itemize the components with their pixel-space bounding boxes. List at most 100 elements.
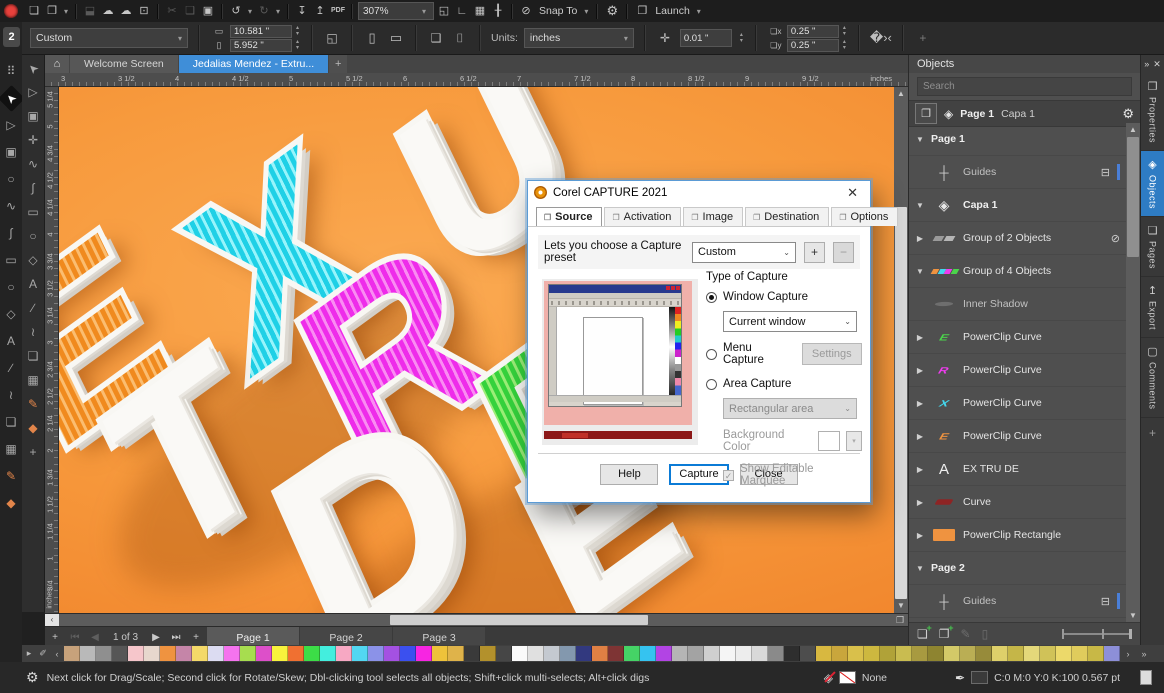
eraser-tool[interactable]: ◆	[24, 419, 43, 438]
nudge-distance-field[interactable]: 0.01 "	[680, 29, 732, 47]
color-swatch[interactable]	[544, 646, 560, 661]
color-swatch[interactable]	[880, 646, 896, 661]
color-swatch[interactable]	[528, 646, 544, 661]
expander-icon[interactable]: ▶	[915, 333, 925, 342]
zoom-level-combobox[interactable]: 307% ▾	[358, 2, 434, 20]
docker-close-icon[interactable]: ✕	[1153, 59, 1161, 70]
tree-row[interactable]: ▼Page 1	[909, 123, 1126, 156]
dialog-tab-image[interactable]: ❐Image	[683, 207, 743, 226]
menu-settings-button[interactable]: Settings	[802, 343, 862, 365]
add-toolbar-item-button[interactable]: +	[914, 31, 932, 45]
color-swatch[interactable]	[1088, 646, 1104, 661]
shape-tool[interactable]: ▷	[24, 83, 43, 102]
eyedropper-icon[interactable]: ✐	[36, 648, 50, 659]
expander-icon[interactable]: ▼	[915, 267, 925, 276]
area-capture-radio[interactable]	[706, 379, 717, 390]
color-swatch[interactable]	[928, 646, 944, 661]
window-capture-radio[interactable]	[706, 292, 717, 303]
palette-scroll-left-icon[interactable]: ‹	[50, 649, 64, 659]
pick-tool[interactable]: ➤	[0, 85, 24, 112]
color-swatch[interactable]	[208, 646, 224, 661]
scroll-up-button[interactable]: ▲	[1126, 123, 1140, 137]
printer-icon[interactable]: ⊟	[1101, 164, 1120, 180]
duplicate-x-field[interactable]: 0.25 "	[787, 25, 839, 38]
dialog-tab-activation[interactable]: ❐Activation	[604, 207, 681, 226]
background-color-dropdown[interactable]: ▾	[846, 431, 862, 451]
line-tool[interactable]: ∕	[24, 299, 43, 318]
tree-row[interactable]: ▶Group of 2 Objects⊘	[909, 222, 1126, 255]
color-swatch[interactable]	[144, 646, 160, 661]
nudge-stepper[interactable]: ▴▾	[738, 32, 745, 44]
color-swatch[interactable]	[1040, 646, 1056, 661]
color-swatch[interactable]	[288, 646, 304, 661]
color-swatch[interactable]	[976, 646, 992, 661]
treat-as-filled-icon[interactable]: �›‹	[870, 30, 892, 46]
color-swatch[interactable]	[480, 646, 496, 661]
color-swatch[interactable]	[496, 646, 512, 661]
color-swatch[interactable]	[832, 646, 848, 661]
color-swatch[interactable]	[96, 646, 112, 661]
pen-tool[interactable]: ✎	[24, 395, 43, 414]
color-swatch[interactable]	[816, 646, 832, 661]
remove-preset-button[interactable]: −	[833, 242, 854, 263]
landscape-orientation-button[interactable]: ▭	[387, 30, 405, 46]
polygon-tool[interactable]: ◇	[2, 305, 21, 324]
color-swatch[interactable]	[416, 646, 432, 661]
pan-tool[interactable]: ✛	[24, 131, 43, 150]
color-swatch[interactable]	[1072, 646, 1088, 661]
width-stepper[interactable]: ▴▾	[294, 25, 301, 37]
color-swatch[interactable]	[992, 646, 1008, 661]
dialog-title-bar[interactable]: Corel CAPTURE 2021 ✕	[528, 181, 870, 204]
docker-tab-pages[interactable]: ❏Pages	[1141, 217, 1164, 277]
color-swatch[interactable]	[448, 646, 464, 661]
color-swatch[interactable]	[1024, 646, 1040, 661]
background-color-swatch[interactable]	[818, 431, 840, 451]
expander-icon[interactable]: ▶	[915, 432, 925, 441]
tree-row[interactable]: ▶EPowerClip Curve	[909, 321, 1126, 354]
cloud-download-icon[interactable]: ☁	[99, 2, 117, 20]
scroll-down-button[interactable]: ▼	[894, 599, 908, 613]
color-swatch[interactable]	[1056, 646, 1072, 661]
palette-flyout-icon[interactable]: ▸	[22, 648, 36, 659]
color-swatch[interactable]	[464, 646, 480, 661]
export-icon[interactable]: ↥	[311, 2, 329, 20]
color-swatch[interactable]	[512, 646, 528, 661]
all-pages-button[interactable]: ❑	[427, 31, 445, 45]
tree-row[interactable]: Inner Shadow	[909, 288, 1126, 321]
units-dropdown[interactable]: inches▾	[524, 28, 634, 48]
current-page-button[interactable]: ⌷	[451, 31, 469, 46]
area-capture-label[interactable]: Area Capture	[723, 378, 791, 390]
color-swatch[interactable]	[1104, 646, 1120, 661]
tree-row[interactable]: ▼Page 2	[909, 552, 1126, 585]
color-swatch[interactable]	[272, 646, 288, 661]
tree-row[interactable]: ┼Guides⊟	[909, 156, 1126, 189]
show-grid-icon[interactable]: ▦	[471, 2, 489, 20]
color-swatch[interactable]	[64, 646, 80, 661]
color-swatch[interactable]	[304, 646, 320, 661]
tree-row[interactable]: ▶PowerClip Rectangle	[909, 519, 1126, 552]
objects-options-gear-icon[interactable]: ⚙	[1122, 106, 1134, 122]
open-dropdown[interactable]: ▾	[61, 7, 71, 16]
rectangle-tool[interactable]: ▭	[2, 251, 21, 270]
vertical-ruler[interactable]: 5 1/454 3/44 1/24 1/443 3/43 1/23 1/432 …	[45, 87, 59, 613]
menu-capture-label[interactable]: Menu Capture	[723, 342, 790, 366]
tree-row[interactable]: ▶EPowerClip Curve	[909, 420, 1126, 453]
connector-tool[interactable]: ≀	[2, 386, 21, 405]
launch-icon[interactable]: ❐	[633, 2, 651, 20]
color-swatch[interactable]	[720, 646, 736, 661]
document-info-icon[interactable]	[1140, 670, 1152, 685]
undo-dropdown[interactable]: ▾	[245, 7, 255, 16]
expander-icon[interactable]: ▶	[915, 399, 925, 408]
drop-shadow-tool[interactable]: ❏	[24, 347, 43, 366]
expander-icon[interactable]: ▶	[915, 465, 925, 474]
add-tool-button[interactable]: +	[24, 443, 43, 462]
horizontal-scrollbar[interactable]: ‹ ❐	[45, 613, 908, 626]
dialog-tab-source[interactable]: ❐Source	[536, 207, 602, 227]
text-tool[interactable]: A	[2, 332, 21, 351]
tree-row[interactable]: ┼Guides⊟	[909, 585, 1126, 618]
connector-tool[interactable]: ≀	[24, 323, 43, 342]
ellipse-tool[interactable]: ○	[24, 227, 43, 246]
color-swatch[interactable]	[384, 646, 400, 661]
color-swatch[interactable]	[592, 646, 608, 661]
chevron-down-icon[interactable]: ▾	[581, 7, 591, 16]
